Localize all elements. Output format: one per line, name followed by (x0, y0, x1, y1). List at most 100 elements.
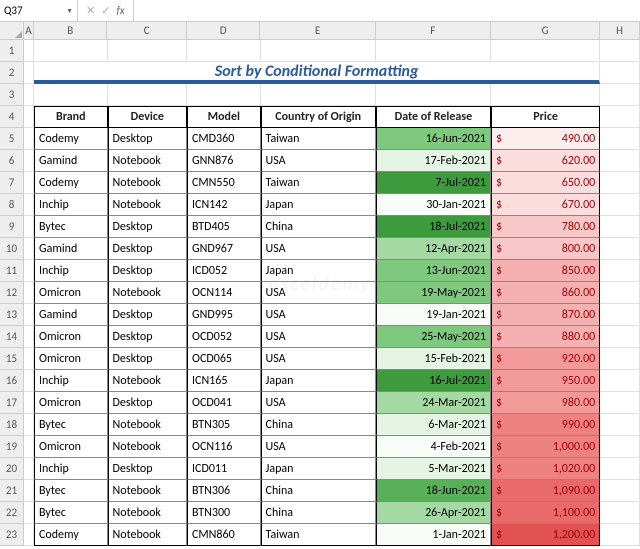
cell-price[interactable]: $490.00 (491, 128, 600, 150)
cell-date[interactable]: 1-Jan-2021 (376, 524, 491, 546)
cell-price[interactable]: $1,200.00 (491, 524, 600, 546)
cell-price[interactable]: $950.00 (491, 370, 600, 392)
cell-model[interactable]: GNN876 (187, 150, 261, 172)
cell-date[interactable]: 13-Jun-2021 (376, 260, 491, 282)
cell-price[interactable]: $880.00 (491, 326, 600, 348)
cell-brand[interactable]: Gamind (34, 304, 108, 326)
cell-country[interactable]: USA (261, 238, 376, 260)
cell-model[interactable]: BTN305 (187, 414, 261, 436)
cell-price[interactable]: $1,090.00 (491, 480, 600, 502)
row-header-2[interactable]: 2 (0, 62, 24, 84)
cell-price[interactable]: $620.00 (491, 150, 600, 172)
cell-price[interactable]: $990.00 (491, 414, 600, 436)
cell-date[interactable]: 6-Mar-2021 (376, 414, 491, 436)
row-header-10[interactable]: 10 (0, 238, 24, 260)
table-row[interactable]: OmicronDesktopOCD065USA15-Feb-2021$920.0… (24, 348, 640, 370)
cell-date[interactable]: 7-Jul-2021 (376, 172, 491, 194)
cell-price[interactable]: $920.00 (491, 348, 600, 370)
cell-country[interactable]: China (261, 216, 376, 238)
cell-price[interactable]: $670.00 (491, 194, 600, 216)
col-header-H[interactable]: H (600, 22, 640, 39)
table-row[interactable]: CodemyNotebookCMN860Taiwan1-Jan-2021$1,2… (24, 524, 640, 546)
col-header-device[interactable]: Device (108, 106, 187, 128)
formula-input[interactable] (133, 0, 640, 21)
cell-price[interactable]: $850.00 (491, 260, 600, 282)
cell-device[interactable]: Notebook (108, 150, 187, 172)
cell-price[interactable]: $1,100.00 (491, 502, 600, 524)
cell-model[interactable]: GND967 (187, 238, 261, 260)
cell-country[interactable]: Taiwan (261, 172, 376, 194)
cell-brand[interactable]: Gamind (34, 150, 108, 172)
table-row[interactable]: InchipDesktopICD052Japan13-Jun-2021$850.… (24, 260, 640, 282)
table-row[interactable]: GamindDesktopGND995USA19-Jan-2021$870.00 (24, 304, 640, 326)
cell-country[interactable]: USA (261, 436, 376, 458)
row-header-21[interactable]: 21 (0, 480, 24, 502)
cell-model[interactable]: BTD405 (187, 216, 261, 238)
table-row[interactable]: InchipNotebookICN165Japan16-Jul-2021$950… (24, 370, 640, 392)
cell-device[interactable]: Desktop (108, 326, 187, 348)
row-header-3[interactable]: 3 (0, 84, 24, 106)
table-row[interactable]: OmicronDesktopOCD052USA25-May-2021$880.0… (24, 326, 640, 348)
row-header-18[interactable]: 18 (0, 414, 24, 436)
cell-country[interactable]: Japan (261, 194, 376, 216)
cell-date[interactable]: 17-Feb-2021 (376, 150, 491, 172)
row-header-16[interactable]: 16 (0, 370, 24, 392)
table-row[interactable]: InchipDesktopICD011Japan5-Mar-2021$1,020… (24, 458, 640, 480)
cell-country[interactable]: USA (261, 348, 376, 370)
cell-date[interactable]: 5-Mar-2021 (376, 458, 491, 480)
cell-device[interactable]: Desktop (108, 238, 187, 260)
row-header-20[interactable]: 20 (0, 458, 24, 480)
cell-price[interactable]: $1,000.00 (491, 436, 600, 458)
table-row[interactable]: CodemyDesktopCMD360Taiwan16-Jun-2021$490… (24, 128, 640, 150)
row-header-8[interactable]: 8 (0, 194, 24, 216)
cell-model[interactable]: OCN114 (187, 282, 261, 304)
sheet-body[interactable]: Sort by Conditional Formatting Brand Dev… (24, 40, 640, 546)
cell-device[interactable]: Notebook (108, 370, 187, 392)
cell-model[interactable]: CMN550 (187, 172, 261, 194)
col-header-model[interactable]: Model (187, 106, 261, 128)
row-header-11[interactable]: 11 (0, 260, 24, 282)
cell-country[interactable]: China (261, 502, 376, 524)
cell-date[interactable]: 15-Feb-2021 (376, 348, 491, 370)
cell-price[interactable]: $980.00 (491, 392, 600, 414)
cell-date[interactable]: 12-Apr-2021 (376, 238, 491, 260)
table-row[interactable]: InchipNotebookICN142Japan30-Jan-2021$670… (24, 194, 640, 216)
cell-device[interactable]: Desktop (108, 128, 187, 150)
col-header-A[interactable]: A (24, 22, 34, 39)
row-header-1[interactable]: 1 (0, 40, 24, 62)
cell-country[interactable]: Taiwan (261, 524, 376, 546)
row-header-9[interactable]: 9 (0, 216, 24, 238)
cell-model[interactable]: OCD041 (187, 392, 261, 414)
cell-price[interactable]: $800.00 (491, 238, 600, 260)
cell-brand[interactable]: Inchip (34, 194, 108, 216)
cell-country[interactable]: Japan (261, 260, 376, 282)
name-box[interactable]: Q37 ▼ (0, 0, 78, 21)
cell-model[interactable]: ICD052 (187, 260, 261, 282)
cell-device[interactable]: Notebook (108, 194, 187, 216)
row-header-4[interactable]: 4 (0, 106, 24, 128)
cell-model[interactable]: OCD065 (187, 348, 261, 370)
cell-device[interactable]: Notebook (108, 502, 187, 524)
cell-brand[interactable]: Inchip (34, 370, 108, 392)
cell-brand[interactable]: Codemy (34, 172, 108, 194)
cell-brand[interactable]: Bytec (34, 414, 108, 436)
row-header-14[interactable]: 14 (0, 326, 24, 348)
cell-country[interactable]: China (261, 414, 376, 436)
col-header-date[interactable]: Date of Release (376, 106, 491, 128)
cell-device[interactable]: Desktop (108, 260, 187, 282)
cell-date[interactable]: 30-Jan-2021 (376, 194, 491, 216)
col-header-D[interactable]: D (187, 22, 261, 39)
cell-device[interactable]: Notebook (108, 172, 187, 194)
table-row[interactable]: BytecDesktopBTD405China18-Jul-2021$780.0… (24, 216, 640, 238)
cell-brand[interactable]: Bytec (34, 216, 108, 238)
cell-brand[interactable]: Bytec (34, 480, 108, 502)
table-row[interactable]: OmicronNotebookOCN116USA4-Feb-2021$1,000… (24, 436, 640, 458)
cell-date[interactable]: 4-Feb-2021 (376, 436, 491, 458)
cell-model[interactable]: CMN860 (187, 524, 261, 546)
select-all-corner[interactable] (0, 22, 24, 40)
cell-date[interactable]: 16-Jun-2021 (376, 128, 491, 150)
cell-model[interactable]: GND995 (187, 304, 261, 326)
row-header-6[interactable]: 6 (0, 150, 24, 172)
cell-model[interactable]: BTN300 (187, 502, 261, 524)
row-header-17[interactable]: 17 (0, 392, 24, 414)
